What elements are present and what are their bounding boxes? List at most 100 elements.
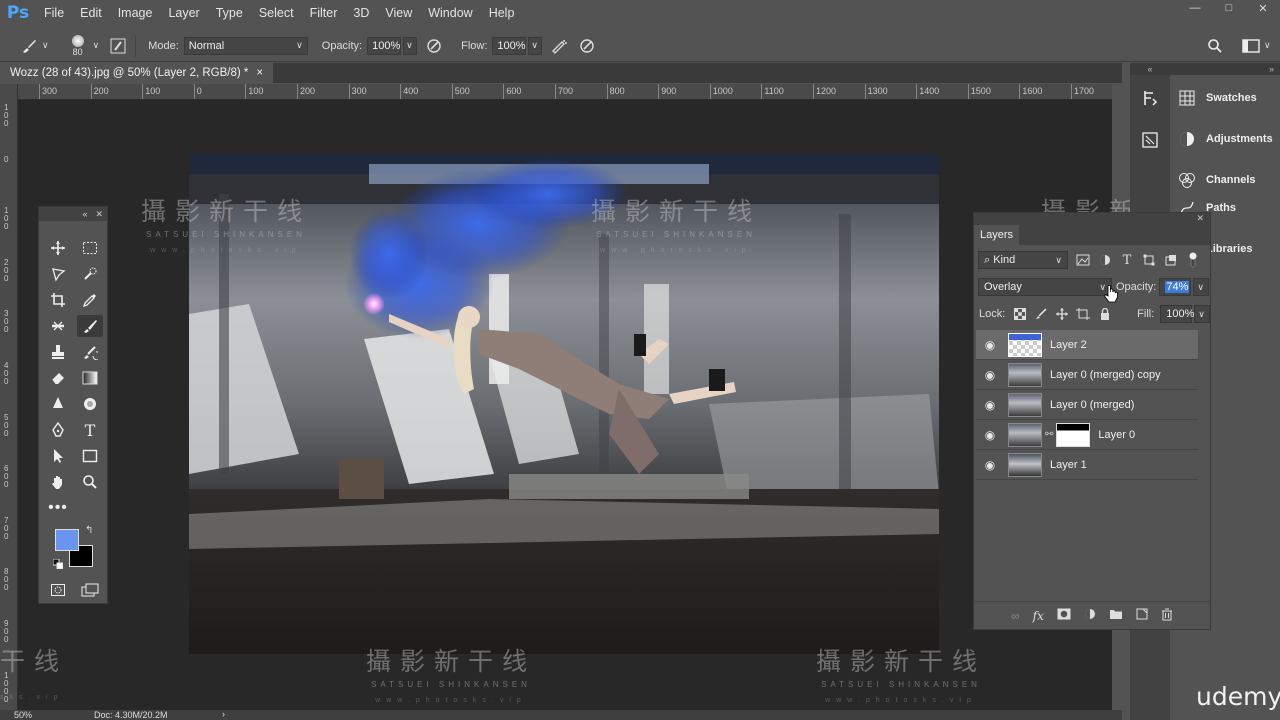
filter-toggle-icon[interactable] <box>1182 251 1204 269</box>
menu-window[interactable]: Window <box>420 0 480 26</box>
mode-select[interactable]: Normal ∨ <box>183 36 308 55</box>
path-selection-tool-icon[interactable] <box>45 445 71 467</box>
layer-opacity-input[interactable]: 74% <box>1159 278 1192 296</box>
brush-tool-icon[interactable] <box>77 315 103 337</box>
history-icon[interactable] <box>1138 86 1162 110</box>
filter-pixel-icon[interactable] <box>1072 251 1094 269</box>
flow-slider-toggle[interactable]: ∨ <box>528 36 543 55</box>
close-window-icon[interactable]: ✕ <box>1246 0 1280 16</box>
menu-edit[interactable]: Edit <box>72 0 110 26</box>
menu-image[interactable]: Image <box>110 0 161 26</box>
dock-swatches[interactable]: Swatches <box>1178 84 1257 112</box>
mask-link-icon[interactable]: ⚯ <box>1045 429 1053 440</box>
menu-filter[interactable]: Filter <box>302 0 346 26</box>
dock-collapse-icon[interactable]: « <box>1130 63 1170 75</box>
new-layer-icon[interactable] <box>1136 608 1148 623</box>
quick-mask-icon[interactable] <box>45 579 71 601</box>
visibility-eye-icon[interactable]: ◉ <box>976 458 1004 472</box>
flow-input[interactable]: 100% <box>492 36 527 55</box>
new-adjustment-layer-icon[interactable] <box>1084 608 1096 623</box>
eraser-tool-icon[interactable] <box>45 367 71 389</box>
eyedropper-tool-icon[interactable] <box>77 289 103 311</box>
brush-preset-chevron-icon[interactable]: ∨ <box>42 40 49 51</box>
lock-all-icon[interactable] <box>1094 305 1115 323</box>
history-brush-tool-icon[interactable] <box>77 341 103 363</box>
pressure-size-icon[interactable] <box>574 34 600 58</box>
tab-layers[interactable]: Layers <box>974 225 1020 245</box>
gradient-tool-icon[interactable] <box>77 367 103 389</box>
layer-mask-thumbnail[interactable] <box>1056 422 1091 447</box>
layer-row[interactable]: ◉ ⚯ Layer 0 <box>976 420 1198 450</box>
lasso-tool-icon[interactable] <box>45 263 71 285</box>
new-group-icon[interactable] <box>1109 608 1123 623</box>
layer-row[interactable]: ◉ Layer 2 <box>976 330 1198 360</box>
layer-row[interactable]: ◉ Layer 0 (merged) <box>976 390 1198 420</box>
menu-type[interactable]: Type <box>208 0 251 26</box>
add-mask-icon[interactable] <box>1057 608 1071 623</box>
rectangle-tool-icon[interactable] <box>77 445 103 467</box>
menu-layer[interactable]: Layer <box>160 0 207 26</box>
visibility-eye-icon[interactable]: ◉ <box>976 338 1004 352</box>
menu-3d[interactable]: 3D <box>345 0 377 26</box>
blur-tool-icon[interactable] <box>45 393 71 415</box>
status-menu-icon[interactable]: › <box>222 709 225 719</box>
filter-kind-select[interactable]: ⌕ Kind ∨ <box>978 251 1068 269</box>
type-tool-icon[interactable]: T <box>77 419 103 441</box>
lock-pixels-icon[interactable] <box>1030 305 1051 323</box>
filter-smart-object-icon[interactable] <box>1160 251 1182 269</box>
filter-adjustment-icon[interactable] <box>1094 251 1116 269</box>
filter-type-icon[interactable]: T <box>1116 251 1138 269</box>
dodge-tool-icon[interactable] <box>77 393 103 415</box>
brush-size-picker[interactable]: 80 <box>63 34 93 57</box>
menu-select[interactable]: Select <box>251 0 302 26</box>
minimize-icon[interactable]: — <box>1178 0 1212 16</box>
hand-tool-icon[interactable] <box>45 471 71 493</box>
opacity-input[interactable]: 100% <box>367 36 402 55</box>
visibility-eye-icon[interactable]: ◉ <box>976 428 1004 442</box>
workspace-icon[interactable] <box>1238 34 1264 58</box>
dock-adjustments[interactable]: Adjustments <box>1178 125 1273 153</box>
brush-preset-icon[interactable] <box>16 34 42 58</box>
layer-row[interactable]: ◉ Layer 0 (merged) copy <box>976 360 1198 390</box>
lock-artboard-icon[interactable] <box>1073 305 1094 323</box>
healing-brush-tool-icon[interactable] <box>45 315 71 337</box>
menu-help[interactable]: Help <box>481 0 523 26</box>
move-tool-icon[interactable] <box>45 237 71 259</box>
lock-transparent-icon[interactable] <box>1009 305 1030 323</box>
quick-selection-tool-icon[interactable] <box>77 263 103 285</box>
marquee-tool-icon[interactable] <box>77 237 103 259</box>
layer-opacity-slider-toggle[interactable]: ∨ <box>1193 278 1210 296</box>
close-icon[interactable]: ✕ <box>95 209 103 220</box>
crop-tool-icon[interactable] <box>45 289 71 311</box>
fill-input[interactable]: 100% <box>1160 305 1194 323</box>
foreground-color-swatch[interactable] <box>55 529 79 551</box>
default-colors-icon[interactable] <box>52 558 64 570</box>
visibility-eye-icon[interactable]: ◉ <box>976 398 1004 412</box>
brush-size-chevron-icon[interactable]: ∨ <box>93 40 100 51</box>
screen-mode-icon[interactable] <box>77 579 103 601</box>
pen-tool-icon[interactable] <box>45 419 71 441</box>
dock-channels[interactable]: Channels <box>1178 166 1256 194</box>
fx-icon[interactable]: fx <box>1033 609 1044 623</box>
zoom-level[interactable]: 50% <box>14 710 32 720</box>
pressure-opacity-icon[interactable] <box>421 34 447 58</box>
more-tools-icon[interactable]: ••• <box>45 497 71 519</box>
collapse-icon[interactable]: « <box>82 209 87 219</box>
lock-position-icon[interactable] <box>1052 305 1073 323</box>
brush-panel-toggle-icon[interactable] <box>105 34 131 58</box>
dock-expand-icon[interactable]: » <box>1170 63 1280 75</box>
airbrush-icon[interactable] <box>546 34 572 58</box>
layer-row[interactable]: ◉ Layer 1 <box>976 450 1198 480</box>
workspace-chevron-icon[interactable]: ∨ <box>1264 40 1271 51</box>
maximize-icon[interactable]: □ <box>1212 0 1246 16</box>
close-icon[interactable]: ✕ <box>1196 213 1204 225</box>
search-icon[interactable] <box>1202 34 1228 58</box>
menu-file[interactable]: File <box>36 0 72 26</box>
clone-stamp-tool-icon[interactable] <box>45 341 71 363</box>
properties-icon[interactable] <box>1138 128 1162 152</box>
visibility-eye-icon[interactable]: ◉ <box>976 368 1004 382</box>
document-tab[interactable]: Wozz (28 of 43).jpg @ 50% (Layer 2, RGB/… <box>0 63 274 83</box>
swap-colors-icon[interactable]: ↰ <box>85 525 93 536</box>
filter-shape-icon[interactable] <box>1138 251 1160 269</box>
link-layers-icon[interactable]: ∞ <box>1011 609 1020 623</box>
